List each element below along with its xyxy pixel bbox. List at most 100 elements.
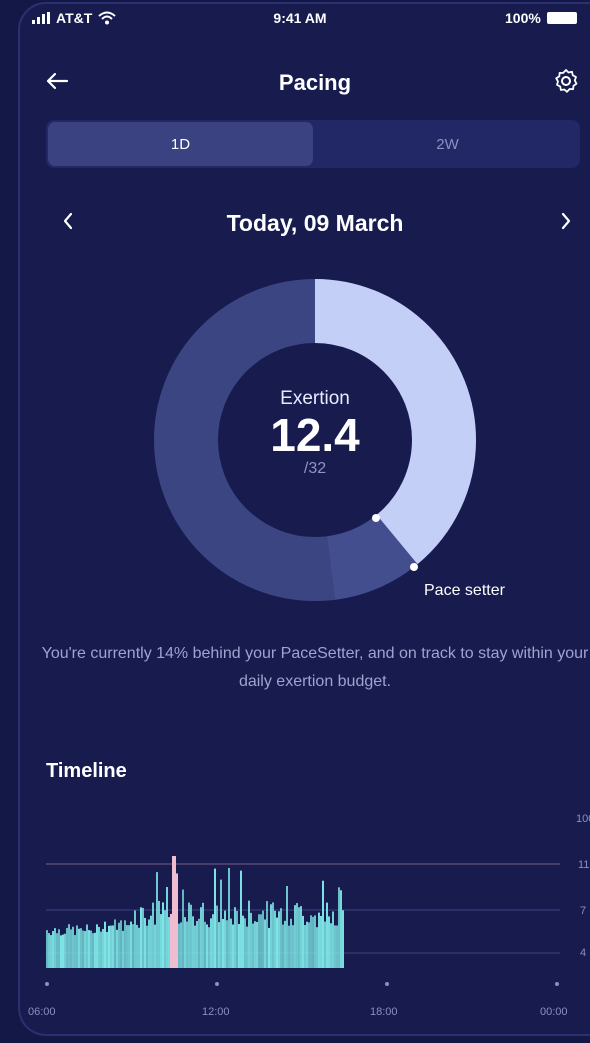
activity-bar xyxy=(330,923,332,968)
activity-bar xyxy=(276,917,278,968)
activity-bar xyxy=(100,931,102,968)
activity-bar xyxy=(322,880,324,968)
activity-bar xyxy=(338,887,340,968)
activity-bar xyxy=(112,925,114,968)
activity-bar xyxy=(250,912,252,968)
activity-bar xyxy=(152,902,154,968)
activity-bar xyxy=(54,928,56,968)
activity-bar xyxy=(292,925,294,968)
activity-bar xyxy=(296,903,298,968)
battery-icon xyxy=(546,12,577,24)
timeline-svg: 100 11 7 4 06:00 12:00 18:00 00:00 xyxy=(28,813,590,1018)
activity-bar xyxy=(220,879,222,968)
activity-bar xyxy=(164,910,166,968)
activity-bar xyxy=(342,910,344,968)
activity-bar xyxy=(138,927,140,968)
range-tabs: 1D 2W xyxy=(46,120,580,168)
activity-bar xyxy=(118,922,120,968)
activity-bar xyxy=(106,931,108,968)
pacing-summary: You're currently 14% behind your PaceSet… xyxy=(41,645,589,690)
activity-bar xyxy=(268,927,270,968)
activity-bar xyxy=(224,910,226,968)
activity-bar xyxy=(58,929,60,968)
activity-bar xyxy=(302,915,304,968)
activity-bar xyxy=(222,919,224,968)
activity-bar xyxy=(162,902,164,968)
x-tick-1200: 12:00 xyxy=(202,1006,230,1018)
x-tick-1800: 18:00 xyxy=(370,1006,398,1018)
activity-bar xyxy=(70,929,72,968)
activity-bar xyxy=(212,914,214,968)
page-title: Pacing xyxy=(278,70,352,95)
activity-bar xyxy=(184,917,186,968)
y-tick-7: 7 xyxy=(580,905,586,917)
activity-bar xyxy=(300,906,302,968)
activity-bar xyxy=(86,924,88,968)
activity-bar xyxy=(298,907,300,968)
x-tick-0000: 00:00 xyxy=(540,1006,568,1018)
y-tick-11: 11 xyxy=(578,859,589,871)
activity-bar xyxy=(270,904,272,968)
activity-bar xyxy=(104,921,106,968)
activity-bar xyxy=(142,907,144,968)
activity-bar xyxy=(60,935,62,968)
activity-bar xyxy=(258,914,260,968)
activity-bar xyxy=(130,921,132,968)
activity-bar xyxy=(280,908,282,968)
activity-bar xyxy=(236,910,238,968)
activity-bar xyxy=(144,917,146,968)
date-navigator: Today, 09 March xyxy=(0,200,590,244)
activity-bar xyxy=(320,915,322,968)
exertion-label: Exertion xyxy=(280,388,350,409)
tab-2w[interactable]: 2W xyxy=(315,120,580,168)
timeline-chart: 100 11 7 4 06:00 12:00 18:00 00:00 xyxy=(0,790,590,1038)
activity-bar xyxy=(278,911,280,968)
exertion-gauge: Exertion 12.4 /32 xyxy=(150,275,480,605)
activity-bar xyxy=(248,900,250,968)
activity-bar xyxy=(340,890,342,968)
x-tick-0600: 06:00 xyxy=(28,1006,56,1018)
activity-bar xyxy=(72,926,74,968)
activity-bar xyxy=(246,926,248,968)
activity-bar xyxy=(200,907,202,968)
activity-bar xyxy=(52,931,54,968)
activity-bar xyxy=(202,902,204,968)
activity-bar xyxy=(294,905,296,968)
activity-bar xyxy=(126,925,128,968)
exertion-total: /32 xyxy=(303,460,327,477)
next-day-button[interactable] xyxy=(552,206,580,236)
activity-bar xyxy=(82,930,84,968)
settings-button[interactable] xyxy=(548,64,584,98)
status-right: 100% xyxy=(505,10,577,26)
activity-bar xyxy=(188,902,190,968)
activity-bar xyxy=(206,924,208,968)
activity-bar xyxy=(186,921,188,968)
activity-bar xyxy=(232,924,234,968)
activity-bar xyxy=(238,924,240,968)
activity-bar xyxy=(148,919,150,968)
y-tick-100: 100 xyxy=(576,813,590,825)
activity-bar xyxy=(62,934,64,968)
activity-bar xyxy=(262,910,264,968)
x-tick-dot xyxy=(215,982,219,986)
activity-bar xyxy=(260,914,262,968)
activity-bar xyxy=(128,925,130,968)
activity-bar xyxy=(92,933,94,968)
tab-1d[interactable]: 1D xyxy=(48,122,313,166)
clock: 9:41 AM xyxy=(273,10,327,26)
activity-bar xyxy=(316,927,318,968)
activity-bar xyxy=(272,902,274,968)
activity-bar xyxy=(264,919,266,968)
activity-bar xyxy=(124,920,126,968)
activity-bar xyxy=(88,930,90,968)
activity-bar xyxy=(254,921,256,968)
activity-bar xyxy=(182,889,184,968)
activity-bar xyxy=(84,931,86,968)
chevron-right-icon xyxy=(561,212,571,230)
activity-bar xyxy=(120,920,122,968)
activity-bar xyxy=(110,925,112,968)
activity-bar xyxy=(116,929,118,968)
activity-bar xyxy=(122,930,124,968)
activity-bar xyxy=(234,907,236,968)
activity-bars xyxy=(46,856,344,968)
